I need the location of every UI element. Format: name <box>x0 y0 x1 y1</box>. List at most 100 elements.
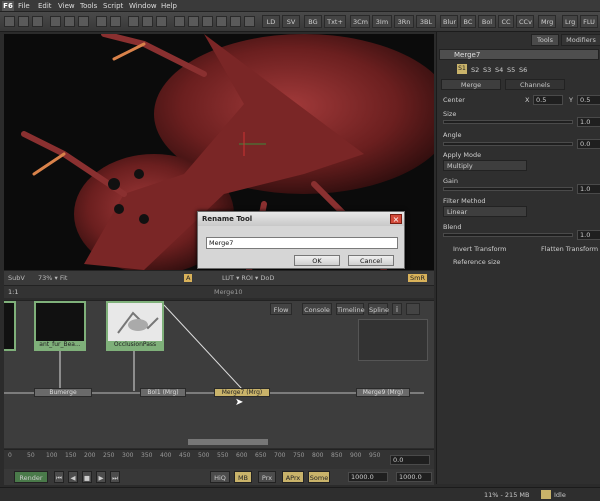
angle-slider[interactable] <box>443 142 573 146</box>
subview-toggle[interactable]: SubV <box>8 274 25 282</box>
channel-s5[interactable]: S5 <box>507 66 515 74</box>
aprx-button[interactable]: APrx <box>282 471 304 483</box>
tool-flu[interactable]: FLU <box>580 15 598 28</box>
prx-button[interactable]: Prx <box>258 471 276 483</box>
flatten-transform-checkbox[interactable]: Flatten Transform <box>541 245 598 253</box>
menu-script[interactable]: Script <box>103 2 123 10</box>
tool-mrg[interactable]: Mrg <box>538 15 556 28</box>
smr-button[interactable]: SmR <box>408 274 427 282</box>
tool-3cm[interactable]: 3Cm <box>350 15 370 28</box>
first-frame-icon[interactable]: ⏮ <box>54 471 64 483</box>
tab-timeline[interactable]: Timeline <box>336 303 365 315</box>
channel-s1[interactable]: S1 <box>457 64 467 74</box>
flow-node[interactable]: Bol1 (Mrg) <box>140 388 186 397</box>
tab-flow[interactable]: Flow <box>270 303 292 315</box>
polygon-icon[interactable] <box>216 16 227 27</box>
paint-icon[interactable] <box>188 16 199 27</box>
play-icon[interactable] <box>156 16 167 27</box>
tool-txt[interactable]: Txt+ <box>324 15 346 28</box>
flow-view[interactable]: ant_fur_Bea... OcclusionPass Bumerge Bol… <box>4 300 434 448</box>
mask-icon[interactable] <box>202 16 213 27</box>
pin-icon[interactable] <box>545 64 597 74</box>
size-field[interactable]: 1.0 <box>577 117 600 127</box>
tool-3bl[interactable]: 3BL <box>416 15 436 28</box>
redo-icon[interactable] <box>110 16 121 27</box>
reference-size-toggle[interactable]: Reference size <box>453 258 500 266</box>
flow-scrollbar[interactable] <box>188 439 268 445</box>
menu-edit[interactable]: Edit <box>38 2 52 10</box>
node-header[interactable]: Merge7 <box>439 49 599 60</box>
open-icon[interactable] <box>18 16 29 27</box>
tool-ccv[interactable]: CCv <box>516 15 534 28</box>
tool-bg[interactable]: BG <box>304 15 322 28</box>
channel-s4[interactable]: S4 <box>495 66 503 74</box>
view-icon[interactable] <box>174 16 185 27</box>
text-icon[interactable] <box>244 16 255 27</box>
zoom-select[interactable]: 73% ▾ Fit <box>38 274 67 282</box>
ok-button[interactable]: OK <box>294 255 340 266</box>
tool-ld[interactable]: LD <box>262 15 280 28</box>
subtab-merge[interactable]: Merge <box>441 79 501 90</box>
gain-field[interactable]: 1.0 <box>577 184 600 194</box>
flow-node[interactable]: Merge9 (Mrg) <box>356 388 410 397</box>
hiq-button[interactable]: HiQ <box>210 471 230 483</box>
center-x-field[interactable]: 0.5 <box>533 95 563 105</box>
thumbnail-node[interactable]: OcclusionPass <box>106 301 164 351</box>
blend-slider[interactable] <box>443 233 573 237</box>
thumbnail-node[interactable]: ant_fur_Bea... <box>34 301 86 351</box>
flow-node[interactable]: Bumerge <box>34 388 92 397</box>
tool-3im[interactable]: 3Im <box>372 15 392 28</box>
cancel-button[interactable]: Cancel <box>348 255 394 266</box>
new-icon[interactable] <box>4 16 15 27</box>
rename-input[interactable]: Merge7 <box>206 237 398 249</box>
pointer-icon[interactable] <box>128 16 139 27</box>
tool-bol[interactable]: Bol <box>478 15 496 28</box>
render-start-field[interactable]: 1000.0 <box>348 472 388 482</box>
menu-file[interactable]: File <box>18 2 30 10</box>
mb-button[interactable]: MB <box>234 471 252 483</box>
hand-icon[interactable] <box>142 16 153 27</box>
blend-field[interactable]: 1.0 <box>577 230 600 240</box>
subtab-channels[interactable]: Channels <box>505 79 565 90</box>
prev-frame-icon[interactable]: ◀ <box>68 471 78 483</box>
tool-lrg[interactable]: Lrg <box>562 15 578 28</box>
current-time-value[interactable]: 0.0 <box>390 455 430 465</box>
paste-icon[interactable] <box>78 16 89 27</box>
play-forward-icon[interactable]: ▶ <box>96 471 106 483</box>
close-icon[interactable]: × <box>390 214 402 224</box>
tracker-icon[interactable] <box>230 16 241 27</box>
tool-sv[interactable]: SV <box>282 15 300 28</box>
thumbnail-node[interactable] <box>4 301 16 351</box>
angle-field[interactable]: 0.0 <box>577 139 600 149</box>
next-frame-icon[interactable]: ⏭ <box>110 471 120 483</box>
filter-method-select[interactable]: Linear <box>443 206 527 217</box>
stop-icon[interactable]: ■ <box>82 471 92 483</box>
tab-console[interactable]: Console <box>302 303 332 315</box>
undo-icon[interactable] <box>96 16 107 27</box>
invert-transform-checkbox[interactable]: Invert Transform <box>453 245 507 253</box>
gain-slider[interactable] <box>443 187 573 191</box>
cut-icon[interactable] <box>50 16 61 27</box>
size-slider[interactable] <box>443 120 573 124</box>
tool-cc[interactable]: CC <box>498 15 514 28</box>
center-y-field[interactable]: 0.5 <box>577 95 600 105</box>
tool-3rn[interactable]: 3Rn <box>394 15 414 28</box>
apply-mode-select[interactable]: Multiply <box>443 160 527 171</box>
menu-view[interactable]: View <box>58 2 75 10</box>
info-icon[interactable]: i <box>392 303 402 315</box>
render-end-field[interactable]: 1000.0 <box>396 472 432 482</box>
flow-node-selected[interactable]: Merge7 (Mrg) <box>214 388 270 397</box>
tool-bc[interactable]: BC <box>460 15 476 28</box>
render-button[interactable]: Render <box>14 471 48 483</box>
copy-icon[interactable] <box>64 16 75 27</box>
tab-modifiers[interactable]: Modifiers <box>561 34 600 46</box>
menu-help[interactable]: Help <box>161 2 177 10</box>
chat-icon[interactable] <box>406 303 420 315</box>
some-button[interactable]: Some <box>308 471 330 483</box>
time-ruler[interactable]: 0 50 100 150 200 250 300 350 400 450 500 550 600 650 7… <box>4 449 434 469</box>
channel-s3[interactable]: S3 <box>483 66 491 74</box>
tab-spline[interactable]: Spline <box>368 303 389 315</box>
tool-blur[interactable]: Blur <box>440 15 458 28</box>
menu-window[interactable]: Window <box>129 2 157 10</box>
channel-s2[interactable]: S2 <box>471 66 479 74</box>
